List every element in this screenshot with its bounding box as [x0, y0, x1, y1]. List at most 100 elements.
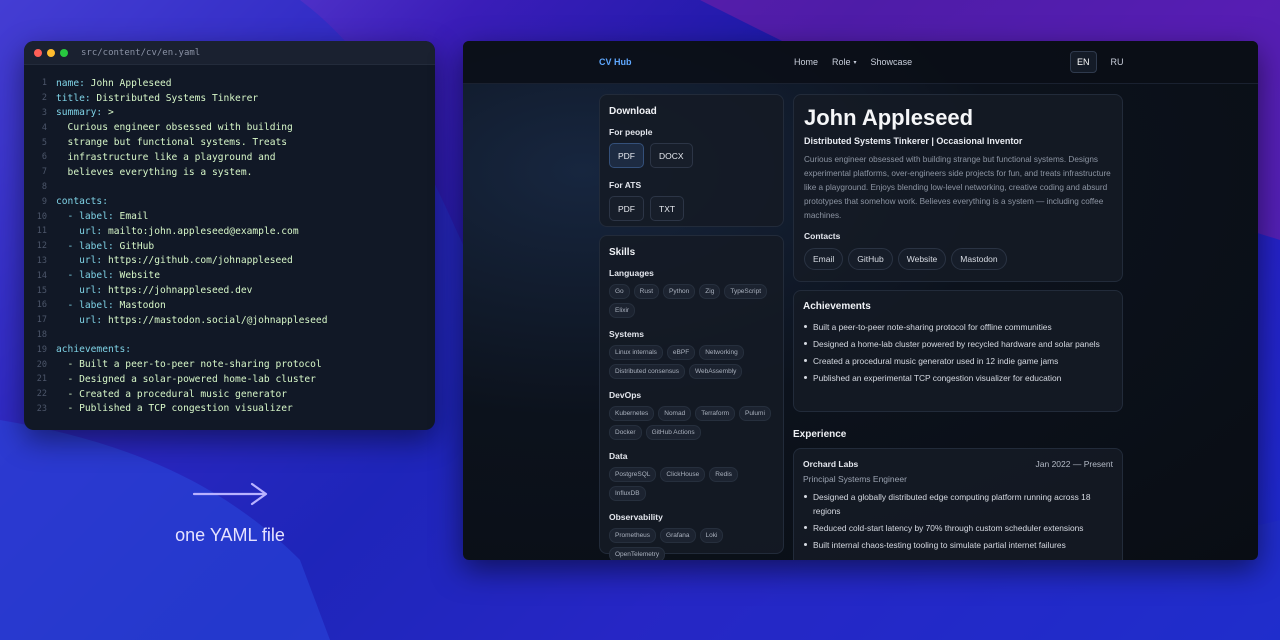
code-line[interactable]: 3 summary: > — [24, 106, 435, 121]
code-line[interactable]: 1 name: John Appleseed — [24, 76, 435, 91]
editor-filename: src/content/cv/en.yaml — [81, 47, 201, 58]
profile-name: John Appleseed — [804, 105, 974, 130]
line-number: 5 — [41, 137, 47, 148]
code-text: url: https://johnappleseed.dev — [56, 285, 252, 296]
contact-website[interactable]: Website — [897, 248, 947, 270]
code-text: - Published a TCP congestion visualizer — [56, 403, 293, 414]
code-line[interactable]: 2 title: Distributed Systems Tinkerer — [24, 91, 435, 106]
skill-tag: Zig — [699, 284, 721, 299]
code-line[interactable]: 15 url: https://johnappleseed.dev — [24, 283, 435, 298]
list-item: Designed a globally distributed edge com… — [803, 490, 1113, 518]
code-line[interactable]: 10 - label: Email — [24, 209, 435, 224]
skill-tags: Prometheus Grafana Loki OpenTelemetry — [609, 528, 774, 560]
skill-group-title: Observability — [609, 512, 663, 522]
download-pdf-ats-button[interactable]: PDF — [609, 196, 644, 221]
minimize-window-icon[interactable] — [47, 48, 55, 57]
code-text: Curious engineer obsessed with building — [56, 122, 293, 133]
language-switcher: EN RU — [1070, 51, 1130, 73]
code-line[interactable]: 22 - Created a procedural music generato… — [24, 387, 435, 402]
yaml-key: url: — [56, 285, 103, 297]
code-line[interactable]: 6 infrastructure like a playground and — [24, 150, 435, 165]
lang-ru-button[interactable]: RU — [1105, 52, 1130, 72]
code-line[interactable]: 5 strange but functional systems. Treats — [24, 135, 435, 150]
line-number: 2 — [41, 93, 47, 104]
achievements-title: Achievements — [803, 301, 871, 312]
yaml-value: - Designed a solar-powered home-lab clus… — [56, 373, 316, 385]
profile-title: Distributed Systems Tinkerer | Occasiona… — [804, 136, 1023, 146]
line-number: 11 — [36, 226, 47, 237]
code-text: - Created a procedural music generator — [56, 389, 288, 400]
code-text: - label: Website — [56, 270, 160, 281]
ats-buttons: PDF TXT — [609, 196, 774, 221]
code-line[interactable]: 23 - Published a TCP congestion visualiz… — [24, 402, 435, 417]
skill-tag: Terraform — [695, 406, 736, 421]
code-line[interactable]: 11 url: mailto:john.appleseed@example.co… — [24, 224, 435, 239]
contact-mastodon[interactable]: Mastodon — [951, 248, 1007, 270]
code-text: name: John Appleseed — [56, 78, 172, 89]
yaml-value: Mastodon — [113, 299, 166, 311]
nav-link-role[interactable]: Role ▾ — [832, 57, 857, 67]
people-buttons: PDF DOCX — [609, 143, 774, 168]
line-number: 20 — [36, 359, 47, 370]
code-line[interactable]: 7 believes everything is a system. — [24, 165, 435, 180]
chevron-down-icon: ▾ — [853, 59, 857, 66]
experience-title: Experience — [793, 429, 847, 440]
code-line[interactable]: 20 - Built a peer-to-peer note-sharing p… — [24, 357, 435, 372]
line-number: 4 — [41, 122, 47, 133]
contacts-list: Email GitHub Website Mastodon — [804, 248, 1112, 270]
nav-link-showcase[interactable]: Showcase — [871, 57, 913, 67]
nav-link-role-label: Role — [832, 57, 851, 67]
skill-tag: GitHub Actions — [645, 425, 701, 440]
skill-tag: ClickHouse — [660, 467, 706, 482]
nav-link-home[interactable]: Home — [794, 57, 818, 67]
skill-tag: Elixir — [609, 303, 636, 318]
close-window-icon[interactable] — [34, 48, 42, 57]
skill-tags: Linux internals eBPF Networking Distributed… — [609, 345, 774, 379]
line-number: 3 — [41, 107, 47, 118]
skill-tags: Go Rust Python Zig TypeScript Elixir — [609, 284, 774, 318]
skill-tag: Prometheus — [609, 528, 657, 543]
maximize-window-icon[interactable] — [60, 48, 68, 57]
skill-tag: Docker — [609, 425, 642, 440]
experience-role: Principal Systems Engineer — [803, 474, 907, 484]
code-line[interactable]: 16 - label: Mastodon — [24, 298, 435, 313]
code-line[interactable]: 14 - label: Website — [24, 268, 435, 283]
experience-header: Orchard Labs Jan 2022 — Present — [803, 459, 1113, 469]
yaml-value: mailto:john.appleseed@example.com — [102, 225, 299, 237]
yaml-key: url: — [56, 314, 103, 326]
code-line[interactable]: 13 url: https://github.com/johnappleseed — [24, 254, 435, 269]
line-number: 1 — [41, 78, 47, 89]
experience-list: Designed a globally distributed edge com… — [803, 490, 1113, 552]
lang-en-button[interactable]: EN — [1070, 51, 1097, 73]
code-content[interactable]: 1 name: John Appleseed 2 title: Distributed… — [24, 65, 435, 416]
skill-tag: Python — [663, 284, 696, 299]
code-text: url: https://github.com/johnappleseed — [56, 255, 293, 266]
code-line[interactable]: 8 — [24, 180, 435, 195]
download-txt-button[interactable]: TXT — [650, 196, 685, 221]
contact-github[interactable]: GitHub — [848, 248, 893, 270]
yaml-value: Website — [113, 270, 160, 282]
yaml-key: - label: — [56, 270, 114, 282]
line-number: 6 — [41, 152, 47, 163]
code-line[interactable]: 9 contacts: — [24, 194, 435, 209]
code-text: - Built a peer-to-peer note-sharing prot… — [56, 359, 322, 370]
brand-logo[interactable]: CV Hub — [599, 57, 632, 67]
yaml-key: title: — [56, 92, 91, 104]
yaml-value: GitHub — [113, 240, 155, 252]
yaml-value: strange but functional systems. Treats — [56, 137, 288, 149]
yaml-value: - Published a TCP congestion visualizer — [56, 403, 293, 415]
code-line[interactable]: 17 url: https://mastodon.social/@johnapp… — [24, 313, 435, 328]
code-line[interactable]: 19 achievements: — [24, 342, 435, 357]
skill-group-title: Data — [609, 451, 628, 461]
download-pdf-people-button[interactable]: PDF — [609, 143, 644, 168]
code-line[interactable]: 18 — [24, 328, 435, 343]
line-number: 23 — [36, 403, 47, 414]
yaml-key: - label: — [56, 299, 114, 311]
code-line[interactable]: 21 - Designed a solar-powered home-lab c… — [24, 372, 435, 387]
code-line[interactable]: 4 Curious engineer obsessed with buildin… — [24, 120, 435, 135]
yaml-value: John Appleseed — [84, 77, 172, 89]
code-line[interactable]: 12 - label: GitHub — [24, 239, 435, 254]
yaml-value: https://mastodon.social/@johnappleseed — [102, 314, 328, 326]
download-docx-button[interactable]: DOCX — [650, 143, 693, 168]
contact-email[interactable]: Email — [804, 248, 844, 270]
